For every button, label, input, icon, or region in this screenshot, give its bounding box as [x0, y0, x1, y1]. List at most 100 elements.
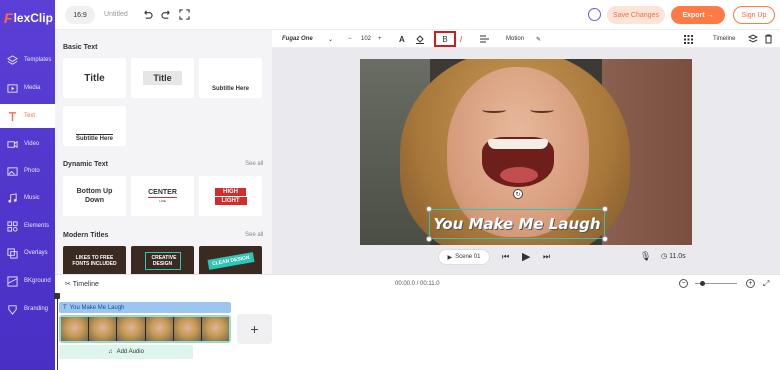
zoom-in-icon[interactable]: +: [746, 279, 755, 288]
motion-button[interactable]: Motion: [506, 33, 524, 45]
video-thumbnail: [89, 317, 118, 341]
top-bar: 16:9 Untitled Save Changes Export → Sign…: [55, 0, 780, 30]
time-display: 00:00.0 / 00:11.0: [395, 281, 440, 287]
text-style-card[interactable]: Subtitle Here: [199, 58, 262, 98]
scissors-icon: ✂: [65, 281, 71, 288]
previous-icon[interactable]: ⏮: [502, 252, 509, 262]
add-audio-label: Add Audio: [116, 349, 144, 355]
logo-mark: F: [4, 10, 13, 26]
nav-item-elements[interactable]: Elements: [0, 214, 55, 238]
italic-button[interactable]: /: [460, 33, 462, 45]
video-thumbnail: [117, 317, 146, 341]
dynamic-text-see-all-link[interactable]: See all: [245, 161, 263, 167]
text-style-card[interactable]: Title: [131, 58, 194, 98]
nav-item-overlays[interactable]: Overlays: [0, 241, 55, 265]
redo-icon[interactable]: [160, 8, 172, 20]
nav-label: Templates: [24, 57, 52, 63]
video-thumbnail: [201, 317, 229, 341]
trash-icon[interactable]: [764, 33, 773, 45]
card-label: CREATIVE DESIGN: [144, 252, 181, 270]
timeline-toggle[interactable]: Timeline: [713, 33, 735, 45]
card-label: Title: [143, 71, 182, 85]
nav-item-templates[interactable]: Templates: [0, 48, 55, 72]
timeline-toggle-button[interactable]: ✂ Timeline: [65, 280, 99, 288]
next-icon[interactable]: ⏭: [543, 252, 550, 262]
nav-item-background[interactable]: BKground: [0, 269, 55, 293]
resize-handle[interactable]: [426, 206, 432, 212]
fill-color-icon[interactable]: [415, 33, 425, 45]
save-changes-button[interactable]: Save Changes: [607, 6, 665, 24]
zoom-out-icon[interactable]: −: [679, 279, 688, 288]
text-style-card[interactable]: Title: [63, 58, 126, 98]
fit-timeline-icon[interactable]: ⤢: [763, 279, 769, 289]
modern-titles-see-all-link[interactable]: See all: [245, 232, 263, 238]
resize-handle[interactable]: [602, 236, 608, 242]
nav-label: Music: [24, 195, 40, 201]
chevron-down-icon[interactable]: ⌄: [328, 33, 333, 45]
rotate-handle-icon[interactable]: ↻: [513, 189, 523, 199]
sign-up-button[interactable]: Sign Up: [733, 6, 775, 24]
microphone-icon[interactable]: 🎙: [640, 251, 651, 262]
play-icon[interactable]: ▶: [522, 250, 530, 263]
duration-display[interactable]: ◷ 11.0s: [661, 252, 686, 260]
card-label: CENTER: [148, 189, 177, 198]
nav-label: Media: [24, 85, 41, 91]
layers-icon[interactable]: [748, 33, 758, 45]
nav-item-media[interactable]: Media: [0, 76, 55, 100]
font-size-decrease-button[interactable]: −: [348, 33, 352, 45]
nav-label: Branding: [24, 306, 49, 312]
modern-title-card[interactable]: CLEAN DESIGN: [199, 246, 262, 274]
resize-handle[interactable]: [602, 206, 608, 212]
nav-item-branding[interactable]: Branding: [0, 297, 55, 321]
font-size-input[interactable]: 102: [361, 33, 371, 45]
overlays-icon: [6, 247, 18, 259]
edit-pen-icon[interactable]: ✎: [536, 33, 541, 45]
card-label: CLEAN DESIGN: [207, 252, 254, 270]
bold-button[interactable]: B: [434, 31, 456, 47]
flexclip-editor: FlexClip Templates Media Text Video Phot…: [0, 0, 780, 370]
text-color-icon[interactable]: A: [399, 33, 405, 45]
project-name[interactable]: Untitled: [104, 11, 128, 18]
nav-item-text[interactable]: Text: [0, 104, 55, 128]
background-icon: [6, 275, 18, 287]
zoom-slider-handle[interactable]: [700, 281, 705, 286]
scene-button[interactable]: ▶ Scene 01: [438, 249, 490, 265]
undo-icon[interactable]: [141, 8, 153, 20]
fullscreen-icon[interactable]: [178, 8, 190, 20]
grid-icon[interactable]: [684, 33, 693, 45]
font-name: Fugaz One: [282, 36, 313, 42]
nav-item-music[interactable]: Music: [0, 186, 55, 210]
add-audio-button[interactable]: ♫ Add Audio: [59, 345, 193, 359]
caption-selection-box[interactable]: You Make Me Laugh: [429, 209, 605, 239]
nav-label: Text: [24, 113, 36, 119]
card-sublabel: LINE: [159, 199, 166, 203]
card-label: HIGH: [215, 187, 246, 196]
text-style-card[interactable]: Subtitle Here: [63, 106, 126, 146]
dynamic-text-card[interactable]: HIGH LIGHT: [199, 176, 262, 216]
nav-item-video[interactable]: Video: [0, 132, 55, 156]
playhead[interactable]: [57, 296, 58, 370]
basic-text-heading: Basic Text: [63, 44, 98, 51]
add-scene-button[interactable]: +: [237, 314, 272, 344]
eye: [530, 107, 554, 113]
align-icon[interactable]: [480, 33, 489, 45]
nav-item-photo[interactable]: Photo: [0, 159, 55, 183]
nav-label: Video: [24, 141, 40, 147]
aspect-ratio-button[interactable]: 16:9: [65, 6, 95, 24]
nav-label: Overlays: [24, 250, 48, 256]
caption-text[interactable]: You Make Me Laugh: [433, 215, 600, 233]
dynamic-text-card[interactable]: Bottom Up Down: [63, 176, 126, 216]
chat-icon[interactable]: [588, 6, 601, 21]
modern-title-card[interactable]: CREATIVE DESIGN: [131, 246, 194, 274]
resize-handle[interactable]: [426, 236, 432, 242]
video-clip[interactable]: [59, 315, 231, 343]
font-size-increase-button[interactable]: +: [378, 33, 382, 45]
text-clip[interactable]: T You Make Me Laugh: [59, 302, 231, 313]
font-family-select[interactable]: Fugaz One: [282, 33, 313, 45]
video-preview[interactable]: ↻ You Make Me Laugh: [360, 59, 692, 245]
play-small-icon: ▶: [447, 254, 453, 261]
export-button[interactable]: Export →: [671, 6, 725, 24]
media-icon: [6, 82, 18, 94]
modern-title-card[interactable]: LIKES TO FREE FONTS INCLUDED: [63, 246, 126, 274]
dynamic-text-card[interactable]: CENTER LINE: [131, 176, 194, 216]
